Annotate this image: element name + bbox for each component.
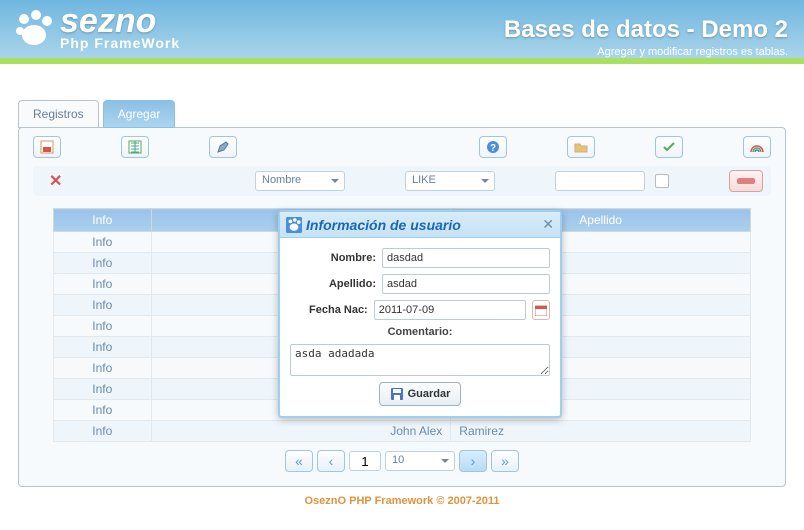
dialog-titlebar[interactable]: Información de usuario ✕	[280, 212, 560, 238]
paw-icon	[286, 217, 302, 233]
cell-info: Info	[54, 379, 152, 400]
user-info-dialog: Información de usuario ✕ Nombre: Apellid…	[278, 210, 562, 418]
help-icon: ?	[486, 140, 500, 154]
app-header: sezno Php FrameWork Bases de datos - Dem…	[0, 0, 804, 64]
accept-button[interactable]	[655, 136, 683, 158]
dialog-title: Información de usuario	[306, 217, 461, 233]
next-page-button[interactable]: ›	[459, 450, 487, 472]
check-icon	[662, 140, 676, 154]
label-apellido: Apellido:	[290, 278, 376, 290]
first-page-button[interactable]: «	[285, 450, 313, 472]
table-row[interactable]: InfoJohn AlexRamirez	[54, 421, 751, 442]
filter-row: ✕ Nombre LIKE	[33, 166, 771, 196]
save-button[interactable]: Guardar	[379, 382, 462, 406]
page-title: Bases de datos - Demo 2	[504, 16, 788, 44]
save-label: Guardar	[408, 388, 451, 400]
export-pdf-button[interactable]	[33, 136, 61, 158]
cell-info: Info	[54, 232, 152, 253]
prev-page-button[interactable]: ‹	[317, 450, 345, 472]
xls-icon	[128, 140, 142, 154]
input-comentario[interactable]	[290, 344, 550, 376]
page-subtitle: Agregar y modificar registros es tablas.	[597, 46, 788, 58]
paw-icon	[12, 7, 56, 51]
remove-filter-button[interactable]	[729, 170, 763, 192]
cell-info: Info	[54, 337, 152, 358]
folder-icon	[574, 140, 588, 154]
toolbar: ?	[33, 136, 771, 158]
cell-nombre: John Alex	[151, 421, 451, 442]
save-icon	[390, 387, 404, 401]
calendar-button[interactable]	[532, 300, 550, 320]
pencil-icon	[216, 140, 230, 154]
edit-button[interactable]	[209, 136, 237, 158]
label-nombre: Nombre:	[290, 252, 376, 264]
label-comentario: Comentario:	[290, 326, 550, 338]
page-input[interactable]	[349, 451, 381, 471]
tab-registros[interactable]: Registros	[18, 100, 99, 128]
page-size-select[interactable]: 10	[385, 451, 455, 471]
rainbow-icon	[750, 140, 764, 154]
tab-agregar[interactable]: Agregar	[103, 100, 176, 128]
logo-subtitle: Php FrameWork	[60, 35, 180, 51]
cell-apellido: Ramirez	[451, 421, 751, 442]
filter-op-select[interactable]: LIKE	[405, 171, 495, 191]
input-apellido[interactable]	[382, 274, 550, 294]
clear-filter-button[interactable]: ✕	[41, 171, 70, 191]
label-fecha: Fecha Nac:	[290, 304, 368, 316]
cell-info: Info	[54, 295, 152, 316]
pager: « ‹ 10 › »	[33, 450, 771, 472]
svg-text:?: ?	[490, 143, 496, 154]
pdf-icon	[40, 140, 54, 154]
footer-text: OseznO PHP Framework © 2007-2011	[18, 495, 786, 507]
help-button[interactable]: ?	[479, 136, 507, 158]
input-nombre[interactable]	[382, 248, 550, 268]
input-fecha[interactable]	[374, 300, 526, 320]
dialog-close-button[interactable]: ✕	[542, 216, 554, 233]
cell-info: Info	[54, 421, 152, 442]
export-xls-button[interactable]	[121, 136, 149, 158]
logo-text: sezno	[60, 7, 180, 36]
tab-bar: Registros Agregar	[18, 100, 786, 128]
cell-info: Info	[54, 274, 152, 295]
cell-info: Info	[54, 358, 152, 379]
cell-info: Info	[54, 316, 152, 337]
filter-checkbox[interactable]	[655, 174, 669, 188]
col-info[interactable]: Info	[54, 209, 152, 232]
last-page-button[interactable]: »	[491, 450, 519, 472]
cell-info: Info	[54, 400, 152, 421]
calendar-icon	[535, 304, 547, 316]
cell-info: Info	[54, 253, 152, 274]
rainbow-button[interactable]	[743, 136, 771, 158]
filter-field-select[interactable]: Nombre	[255, 171, 345, 191]
filter-value-input[interactable]	[555, 171, 645, 191]
folder-button[interactable]	[567, 136, 595, 158]
